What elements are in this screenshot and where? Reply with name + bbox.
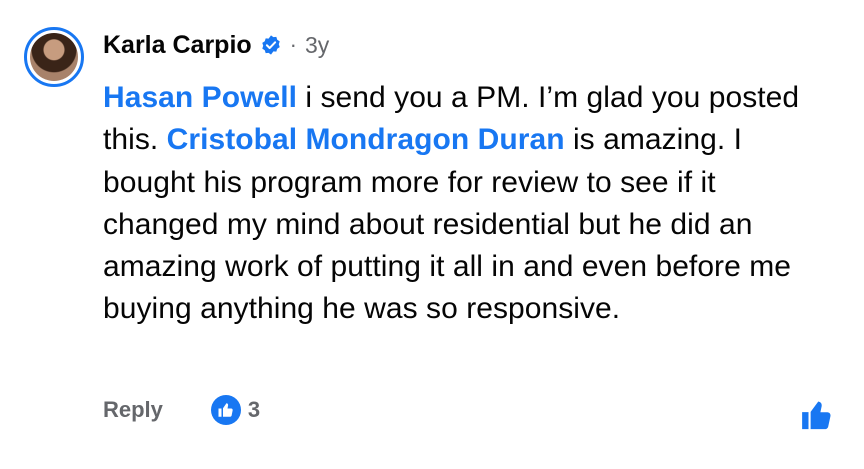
reply-button[interactable]: Reply <box>103 397 163 423</box>
verified-badge-icon <box>261 35 280 55</box>
separator-dot: · <box>289 32 297 57</box>
reaction-summary[interactable]: 3 <box>210 395 261 425</box>
like-reaction-icon <box>210 395 241 425</box>
mention-cristobal-mondragon-duran[interactable]: Cristobal Mondragon Duran <box>167 123 565 156</box>
reaction-count: 3 <box>247 397 261 422</box>
mention-hasan-powell[interactable]: Hasan Powell <box>103 81 297 114</box>
avatar-image <box>30 33 78 81</box>
comment-header: Karla Carpio · 3y <box>103 28 329 62</box>
thumbs-up-icon[interactable] <box>800 398 834 432</box>
comment-text: Hasan Powell i send you a PM. I’m glad y… <box>103 77 838 331</box>
timestamp[interactable]: 3y <box>305 32 329 59</box>
thumbs-up-glyph <box>218 403 233 417</box>
avatar[interactable] <box>24 27 84 87</box>
author-name[interactable]: Karla Carpio <box>103 31 252 60</box>
comment-actions: Reply 3 <box>103 395 260 425</box>
